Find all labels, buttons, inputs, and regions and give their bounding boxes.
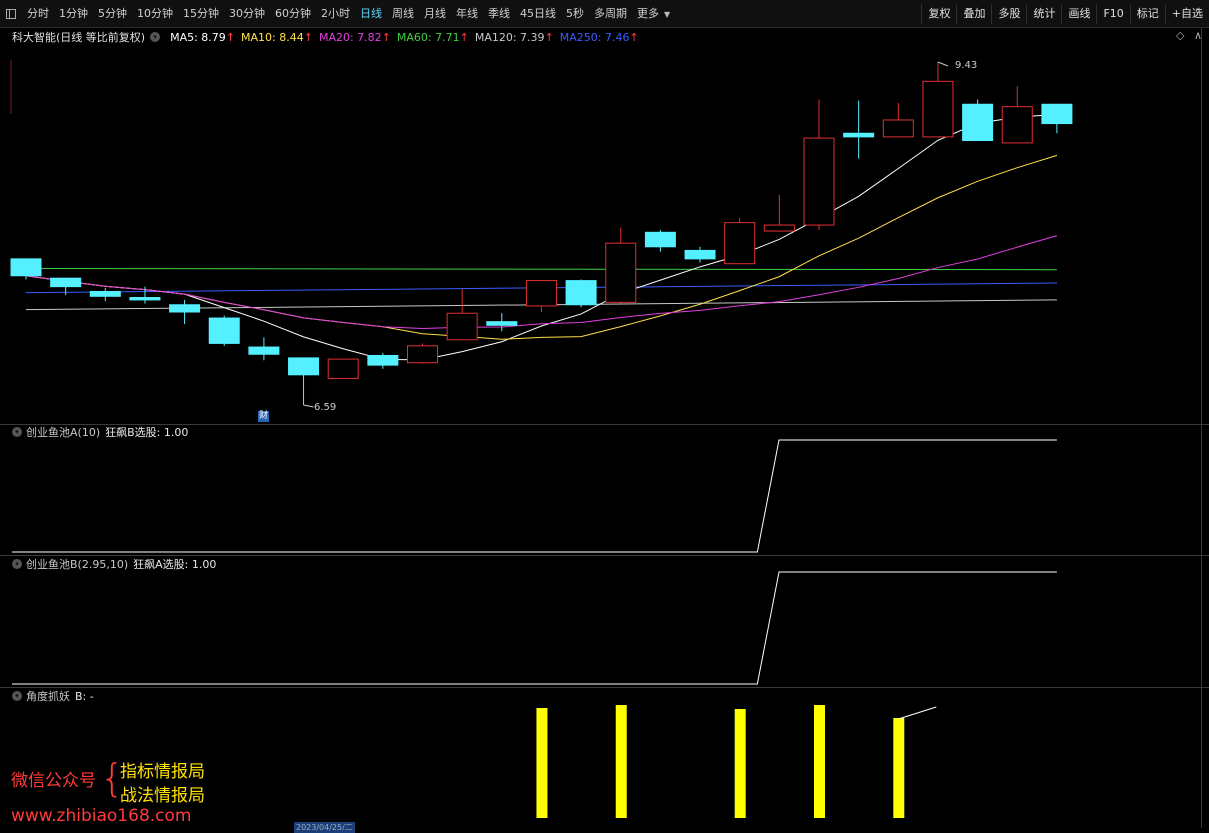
candle-body <box>763 224 795 232</box>
watermark-line2: 战法情报局 <box>120 786 205 806</box>
ma5-line <box>25 113 1057 361</box>
candle-body <box>803 137 835 226</box>
candle-body <box>446 312 478 341</box>
low-pointer <box>303 404 314 408</box>
signal-bar <box>734 709 746 818</box>
candle-body <box>248 346 280 355</box>
candle-body <box>565 280 597 306</box>
signal-bar <box>536 708 548 818</box>
candle-body <box>407 345 438 364</box>
candle-body <box>327 358 359 379</box>
watermark-url: www.zhibiao168.com <box>11 806 192 826</box>
candle-body <box>1001 106 1033 144</box>
candle-body <box>10 258 42 277</box>
ma60-line <box>25 268 1057 271</box>
candle-body <box>129 297 161 301</box>
candle-body <box>89 290 121 297</box>
candle-body <box>367 354 399 366</box>
high-pointer <box>937 61 949 67</box>
signal-bar <box>615 705 627 818</box>
candle-body <box>644 231 676 248</box>
signal-bar <box>893 718 905 818</box>
candle-body <box>922 80 954 138</box>
watermark-wechat: 微信公众号 <box>11 771 96 791</box>
watermark-line1: 指标情报局 <box>120 762 205 782</box>
kline-chart[interactable] <box>0 0 1209 833</box>
candle-body <box>882 119 914 138</box>
high-price-label: 9.43 <box>955 60 978 71</box>
signal-bar <box>814 705 825 818</box>
candle-body <box>605 242 637 303</box>
finance-badge[interactable]: 财 <box>258 411 270 422</box>
panel1-signal-line <box>12 439 1057 553</box>
candle-body <box>169 304 201 313</box>
candle-body <box>486 321 518 326</box>
candle-body <box>288 357 320 376</box>
candle-body <box>208 317 240 344</box>
low-price-label: 6.59 <box>314 402 337 413</box>
candle-body <box>684 249 716 260</box>
candle-body <box>1041 103 1073 125</box>
date-tag: 2023/04/25/二 <box>294 822 355 833</box>
candle-body <box>525 280 557 307</box>
candle-body <box>843 132 875 138</box>
candle-body <box>724 222 756 265</box>
candle-body <box>50 277 82 288</box>
candle-body <box>962 103 994 142</box>
angle-line <box>898 706 937 720</box>
panel2-signal-line <box>12 571 1057 685</box>
